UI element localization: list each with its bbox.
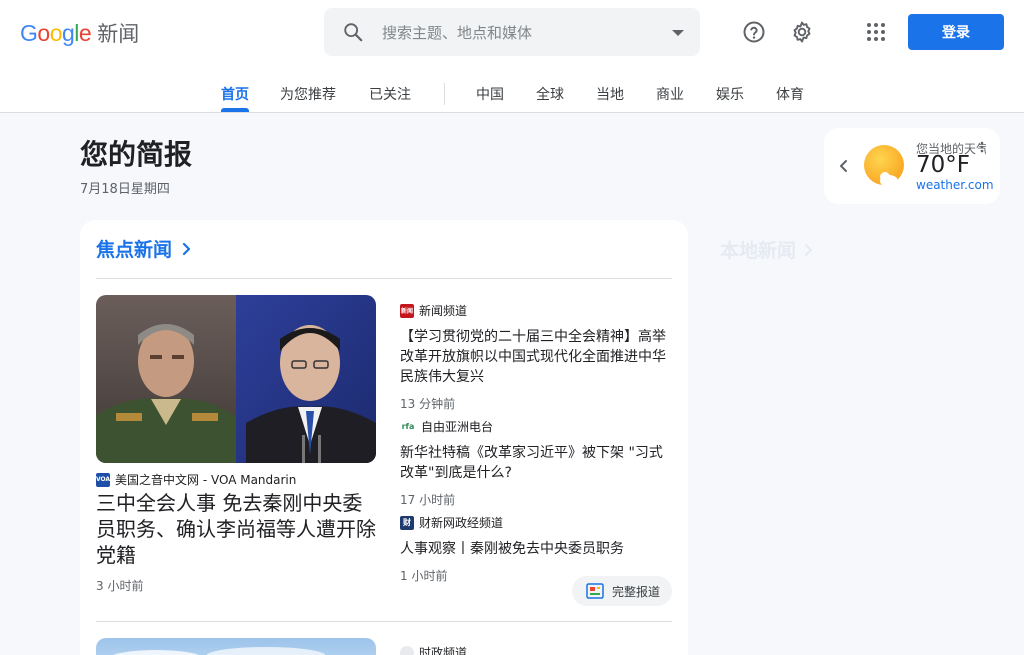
- story-headline[interactable]: 三中全会人事 免去秦刚中央委员职务、确认李尚福等人遭开除党籍: [96, 490, 382, 568]
- story-source-name: 时政频道: [419, 646, 468, 655]
- story-photo: [96, 295, 376, 463]
- briefing-date: 7月18日星期四: [80, 182, 170, 197]
- side-story: 新闻 新闻频道 【学习贯彻党的二十届三中全会精神】高举改革开放旗帜以中国式现代化…: [400, 302, 672, 412]
- search-dropdown-icon[interactable]: [672, 30, 684, 36]
- google-news-logo[interactable]: Google 新闻: [20, 18, 139, 48]
- story-source-name: 财新网政经频道: [419, 516, 504, 530]
- story-time: 3 小时前: [96, 579, 144, 593]
- tab-local[interactable]: 当地: [596, 84, 624, 104]
- tab-world[interactable]: 全球: [536, 84, 564, 104]
- divider: [96, 278, 672, 279]
- story-headline[interactable]: 【学习贯彻党的二十届三中全会精神】高举改革开放旗帜以中国式现代化全面推进中华民族…: [400, 327, 672, 387]
- full-coverage-button[interactable]: 完整报道: [572, 576, 672, 606]
- story-source[interactable]: 财 财新网政经频道: [400, 514, 672, 531]
- top-stories-title: 焦点新闻: [96, 239, 173, 261]
- tab-home[interactable]: 首页: [221, 84, 249, 104]
- login-button[interactable]: 登录: [908, 14, 1004, 50]
- gear-icon[interactable]: [790, 20, 814, 44]
- tab-sports[interactable]: 体育: [776, 84, 804, 104]
- help-icon[interactable]: [742, 20, 766, 44]
- story-source-name: 自由亚洲电台: [421, 420, 494, 434]
- chevron-right-icon: [805, 243, 813, 256]
- tab-for-you[interactable]: 为您推荐: [280, 84, 336, 104]
- tab-entertainment[interactable]: 娱乐: [716, 84, 744, 104]
- news-wordmark: 新闻: [97, 22, 140, 46]
- nav-tabs: 首页 为您推荐 已关注 中国 全球 当地 商业 娱乐 体育: [0, 74, 1024, 113]
- tab-separator: [444, 83, 445, 105]
- active-tab-indicator: [221, 108, 249, 112]
- story-source-name: 新闻频道: [419, 304, 468, 318]
- partly-sunny-icon: [864, 145, 904, 187]
- voa-logo-icon: VOA: [96, 472, 110, 487]
- full-coverage-label: 完整报道: [612, 584, 661, 599]
- weather-temperature: 70°F: [916, 152, 970, 178]
- story-headline[interactable]: 人事观察丨秦刚被免去中央委员职务: [400, 539, 672, 559]
- divider: [96, 621, 672, 622]
- story-headline[interactable]: 新华社特稿《改革家习近平》被下架 "习式改革"到底是什么?: [400, 443, 672, 483]
- weather-widget[interactable]: 您当地的天气 70°F weather.com: [824, 128, 1000, 204]
- news-channel-logo-icon: 新闻: [400, 303, 414, 318]
- story-source[interactable]: 新闻 新闻频道: [400, 302, 672, 319]
- chevron-right-icon: [182, 242, 191, 255]
- more-vert-icon[interactable]: [976, 140, 988, 154]
- story-source[interactable]: VOA 美国之音中文网 - VOA Mandarin: [96, 471, 296, 488]
- search-placeholder[interactable]: 搜索主题、地点和媒体: [382, 22, 532, 43]
- local-news-heading[interactable]: 本地新闻: [720, 236, 816, 263]
- search-bar[interactable]: 搜索主题、地点和媒体: [324, 8, 700, 56]
- story-image[interactable]: [96, 295, 376, 463]
- chevron-left-icon[interactable]: [836, 156, 852, 176]
- story-time: 13 分钟前: [400, 397, 456, 411]
- page-title: 您的简报: [80, 138, 193, 171]
- top-stories-heading[interactable]: 焦点新闻: [96, 235, 194, 262]
- top-stories-card: 焦点新闻 VOA 美国之音中文网 - VOA Mandarin 三中全会人事 免…: [80, 220, 688, 655]
- apps-grid-icon[interactable]: [864, 20, 888, 44]
- story-source[interactable]: 时政频道: [400, 644, 467, 655]
- tab-following[interactable]: 已关注: [369, 84, 411, 104]
- caixin-logo-icon: 财: [400, 515, 414, 530]
- local-news-title: 本地新闻: [720, 240, 797, 262]
- side-story: rfa 自由亚洲电台 新华社特稿《改革家习近平》被下架 "习式改革"到底是什么?…: [400, 418, 672, 508]
- story-source[interactable]: rfa 自由亚洲电台: [400, 418, 672, 435]
- story-photo: [112, 647, 326, 655]
- source-logo-icon: [400, 645, 414, 655]
- story-source-name: 美国之音中文网 - VOA Mandarin: [115, 473, 297, 487]
- side-story: 财 财新网政经频道 人事观察丨秦刚被免去中央委员职务 1 小时前: [400, 514, 672, 584]
- weather-source-link[interactable]: weather.com: [916, 178, 994, 192]
- tab-china[interactable]: 中国: [476, 84, 504, 104]
- full-coverage-icon: [586, 583, 604, 599]
- tab-business[interactable]: 商业: [656, 84, 684, 104]
- top-header: Google 新闻 搜索主题、地点和媒体 登录 首页 为您推荐 已关注 中国 全…: [0, 0, 1024, 113]
- story-time: 17 小时前: [400, 493, 456, 507]
- search-icon[interactable]: [342, 21, 364, 43]
- google-wordmark: Google: [20, 19, 92, 46]
- story-image[interactable]: [96, 638, 376, 655]
- rfa-logo-icon: rfa: [400, 419, 416, 434]
